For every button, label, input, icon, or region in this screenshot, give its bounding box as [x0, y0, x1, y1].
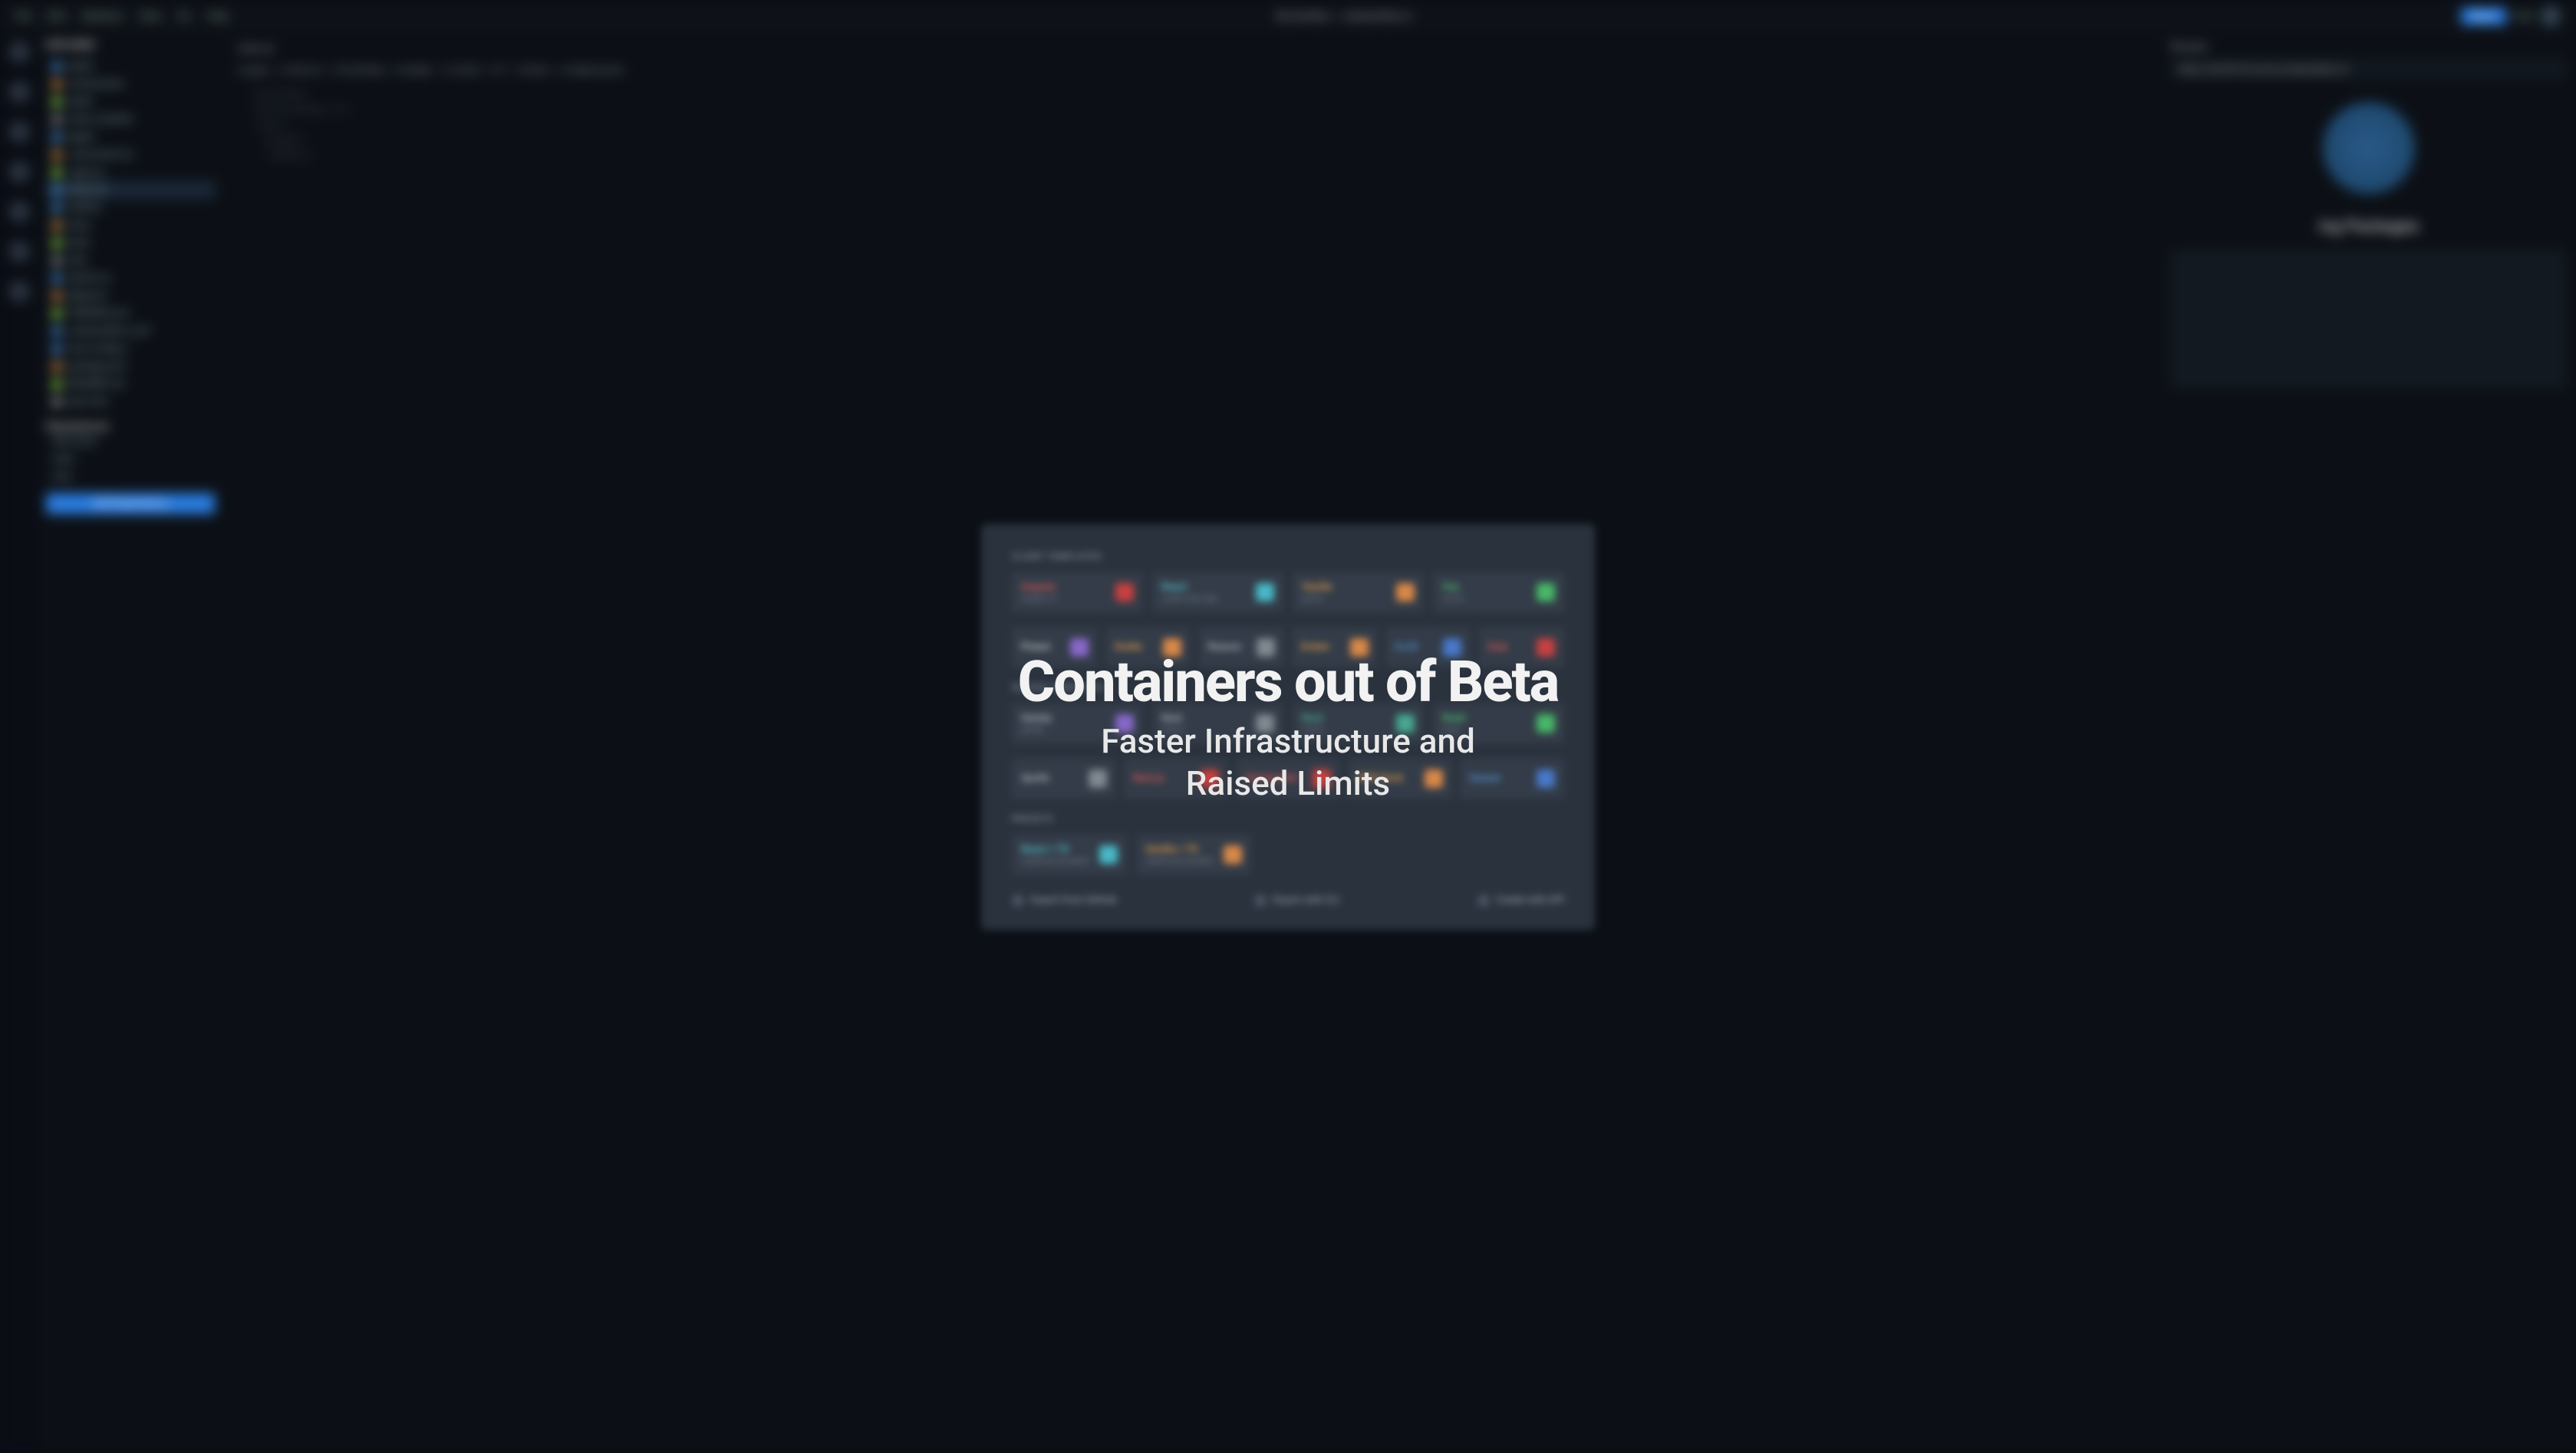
template-card[interactable]: Nuxtnuxt.js [1293, 703, 1424, 743]
template-card[interactable]: CxJS [1385, 628, 1471, 667]
template-card[interactable]: Angularangular-cli [1012, 572, 1143, 612]
template-icon [1350, 638, 1369, 657]
cli-icon [1254, 895, 1267, 907]
modal-overlay: CLIENT TEMPLATES Angularangular-cliReact… [0, 0, 2576, 1453]
template-icon [1201, 769, 1219, 788]
section-server-templates: SERVER TEMPLATES [1012, 683, 1564, 693]
export-cli-link[interactable]: Export with CLI [1254, 895, 1339, 907]
template-picker-modal[interactable]: CLIENT TEMPLATES Angularangular-cliReact… [981, 524, 1595, 930]
template-card[interactable]: Styleguidist [1236, 759, 1340, 799]
template-icon [1256, 714, 1274, 733]
template-icon [1425, 769, 1443, 788]
template-card[interactable]: Vuevue-cli [1433, 572, 1564, 612]
template-icon [1257, 638, 1275, 657]
template-icon [1396, 714, 1415, 733]
template-icon [1224, 845, 1242, 864]
create-api-link[interactable]: Create with API [1477, 895, 1564, 907]
section-presets: PRESETS [1012, 814, 1564, 824]
template-icon [1537, 583, 1555, 601]
template-card[interactable]: Preact [1012, 628, 1098, 667]
template-card[interactable]: MDX Deck [1348, 759, 1452, 799]
template-icon [1256, 583, 1274, 601]
template-icon [1163, 638, 1181, 657]
import-github-link[interactable]: Import from GitHub [1012, 895, 1117, 907]
template-icon [1537, 638, 1555, 657]
template-icon [1537, 714, 1555, 733]
template-icon [1313, 769, 1331, 788]
template-card[interactable]: Vanilla + TSTypeScript template [1136, 835, 1251, 875]
github-icon [1012, 895, 1024, 907]
template-icon [1396, 583, 1415, 601]
template-icon [1443, 638, 1461, 657]
template-icon [1537, 769, 1555, 788]
template-card[interactable]: Nodenode [1433, 703, 1564, 743]
template-icon [1099, 845, 1118, 864]
template-card[interactable]: Apollo [1012, 759, 1116, 799]
section-client-templates: CLIENT TEMPLATES [1012, 552, 1564, 562]
template-card[interactable]: Gatsbygatsby [1012, 703, 1143, 743]
template-icon [1089, 769, 1107, 788]
template-card[interactable]: Dojo [1478, 628, 1564, 667]
template-icon [1070, 638, 1089, 657]
template-card[interactable]: Reason [1198, 628, 1284, 667]
template-card[interactable]: Ember [1292, 628, 1378, 667]
template-icon [1115, 714, 1134, 733]
template-card[interactable]: Reactcreate-react-app [1152, 572, 1283, 612]
template-card[interactable]: Nextnext.js [1152, 703, 1283, 743]
template-card[interactable]: Nest.js [1124, 759, 1228, 799]
template-card[interactable]: Vanillaparcel [1293, 572, 1424, 612]
api-icon [1477, 895, 1490, 907]
template-card[interactable]: Svelte [1105, 628, 1191, 667]
template-icon [1115, 583, 1134, 601]
template-card[interactable]: React + TSTypeScript template [1012, 835, 1127, 875]
template-card[interactable]: Quasar [1460, 759, 1564, 799]
